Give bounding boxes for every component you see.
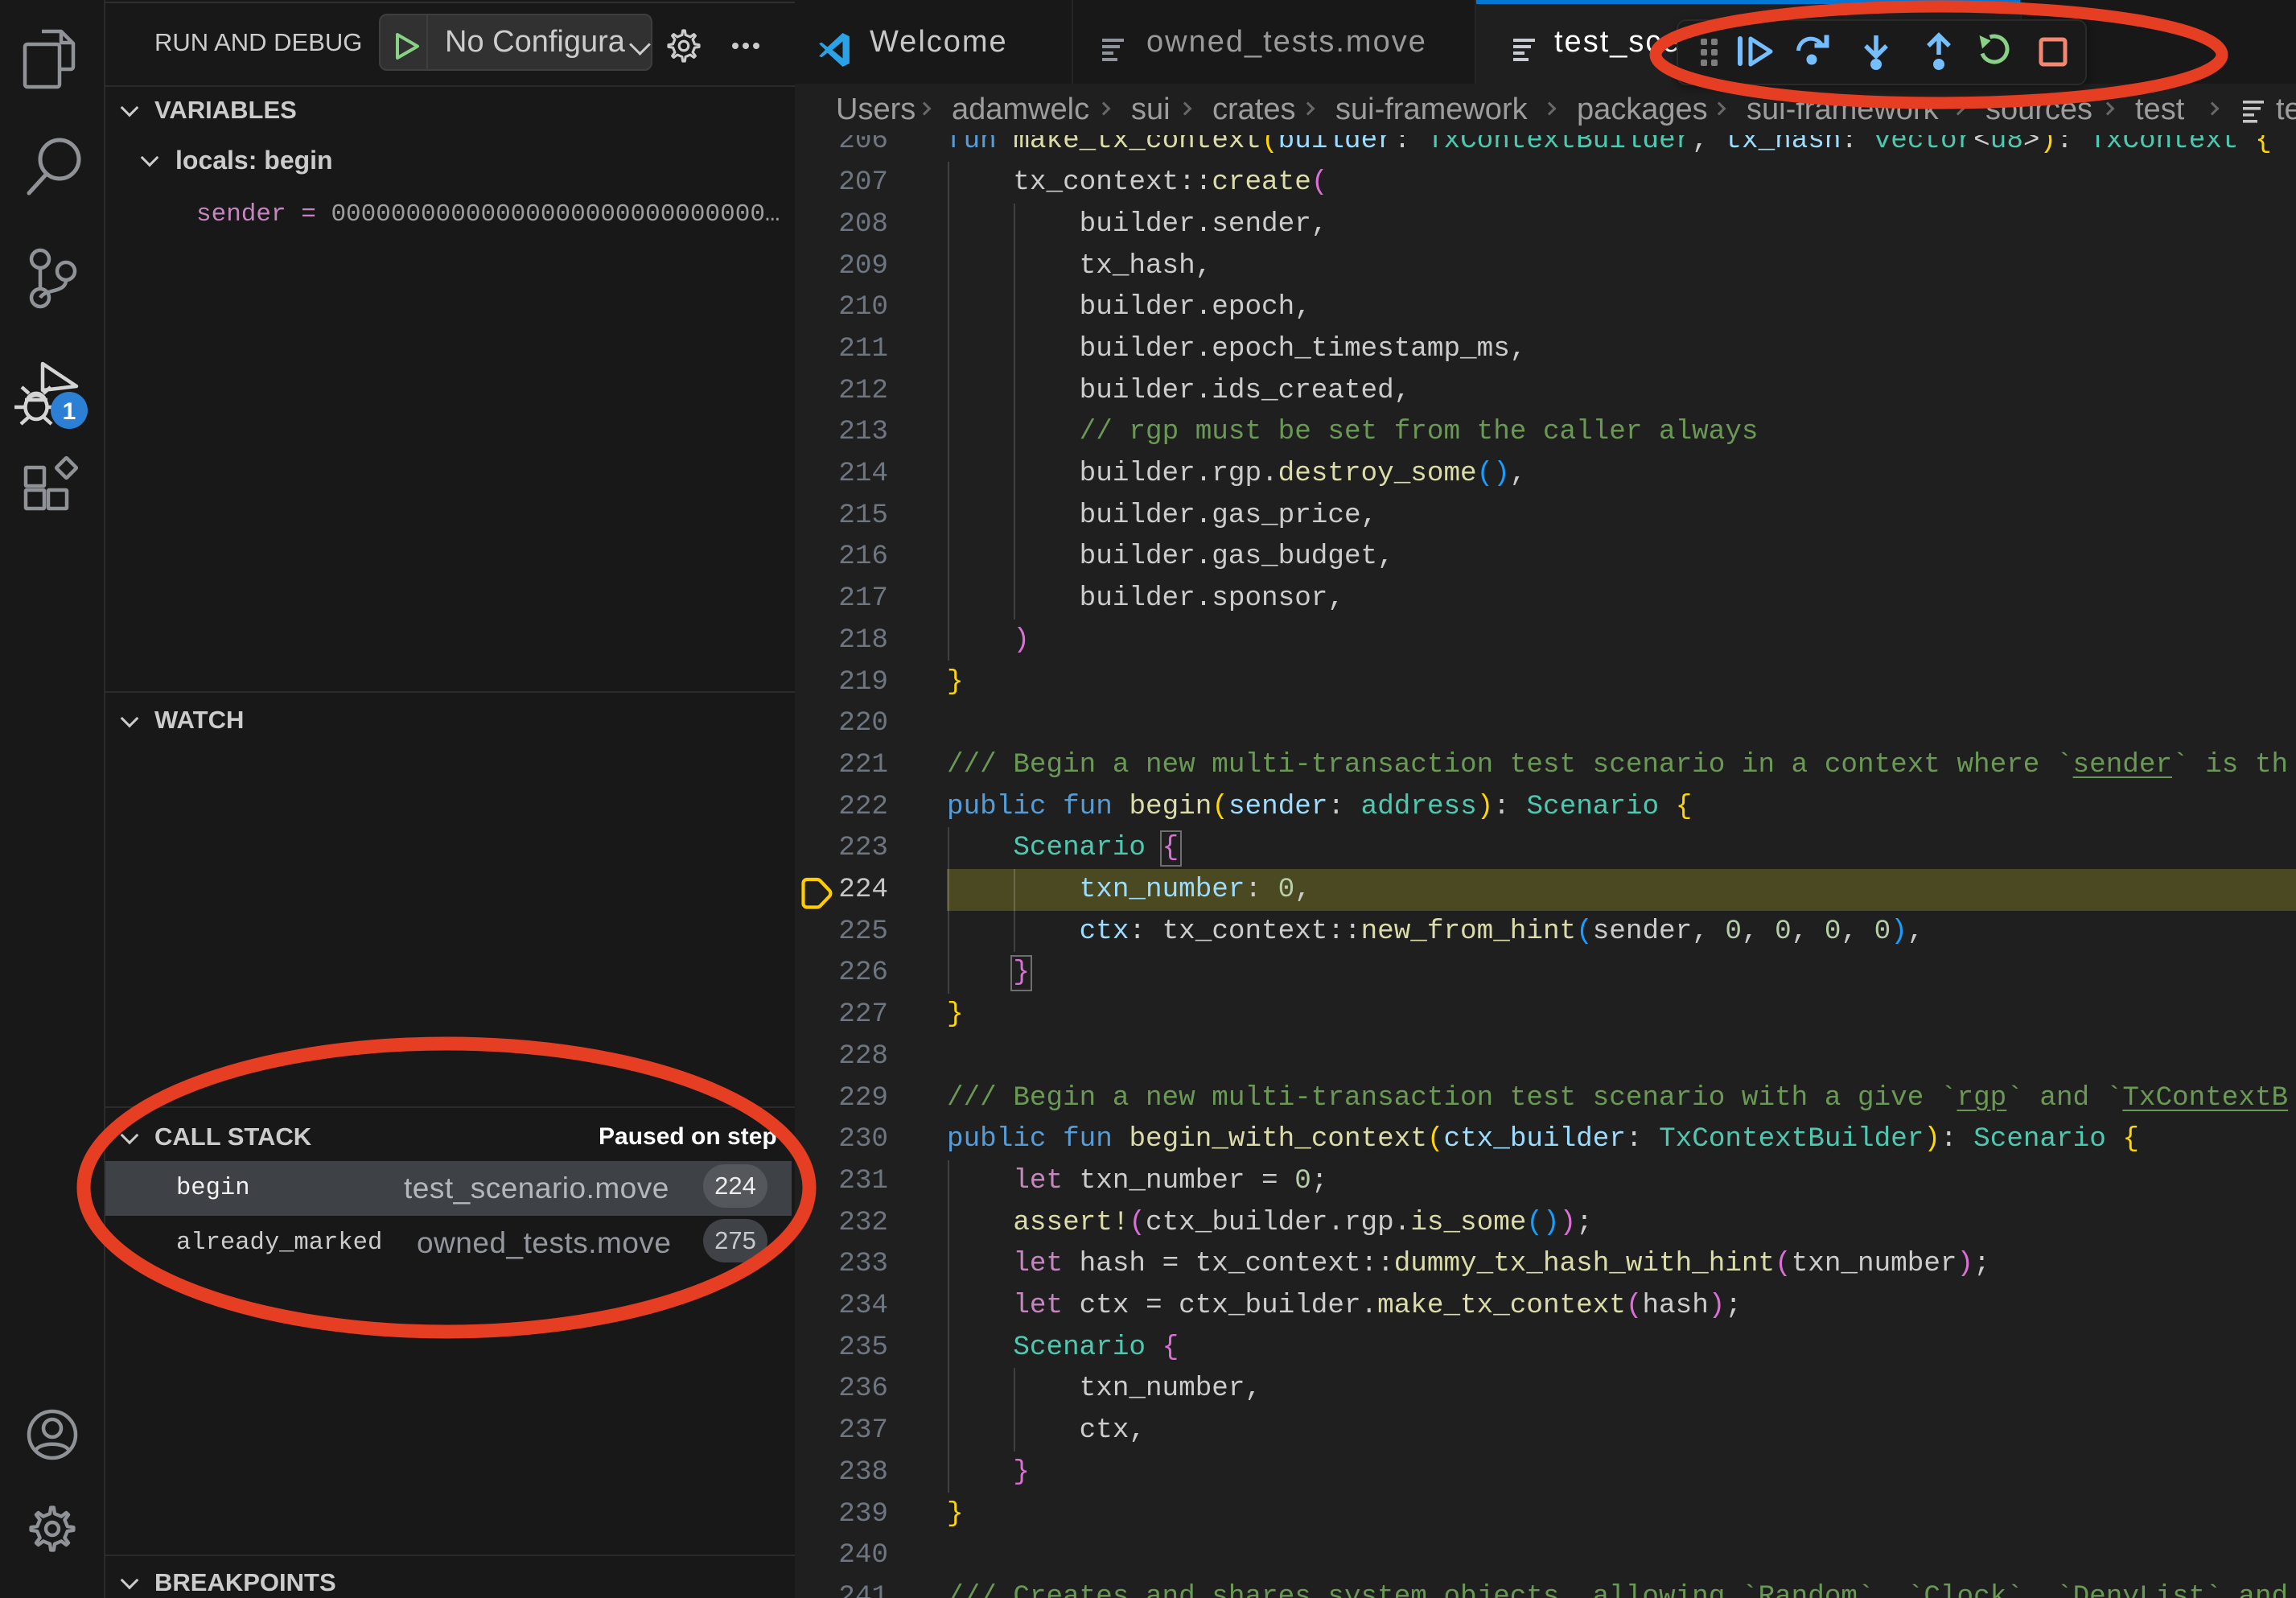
svg-text:1: 1: [63, 398, 76, 425]
